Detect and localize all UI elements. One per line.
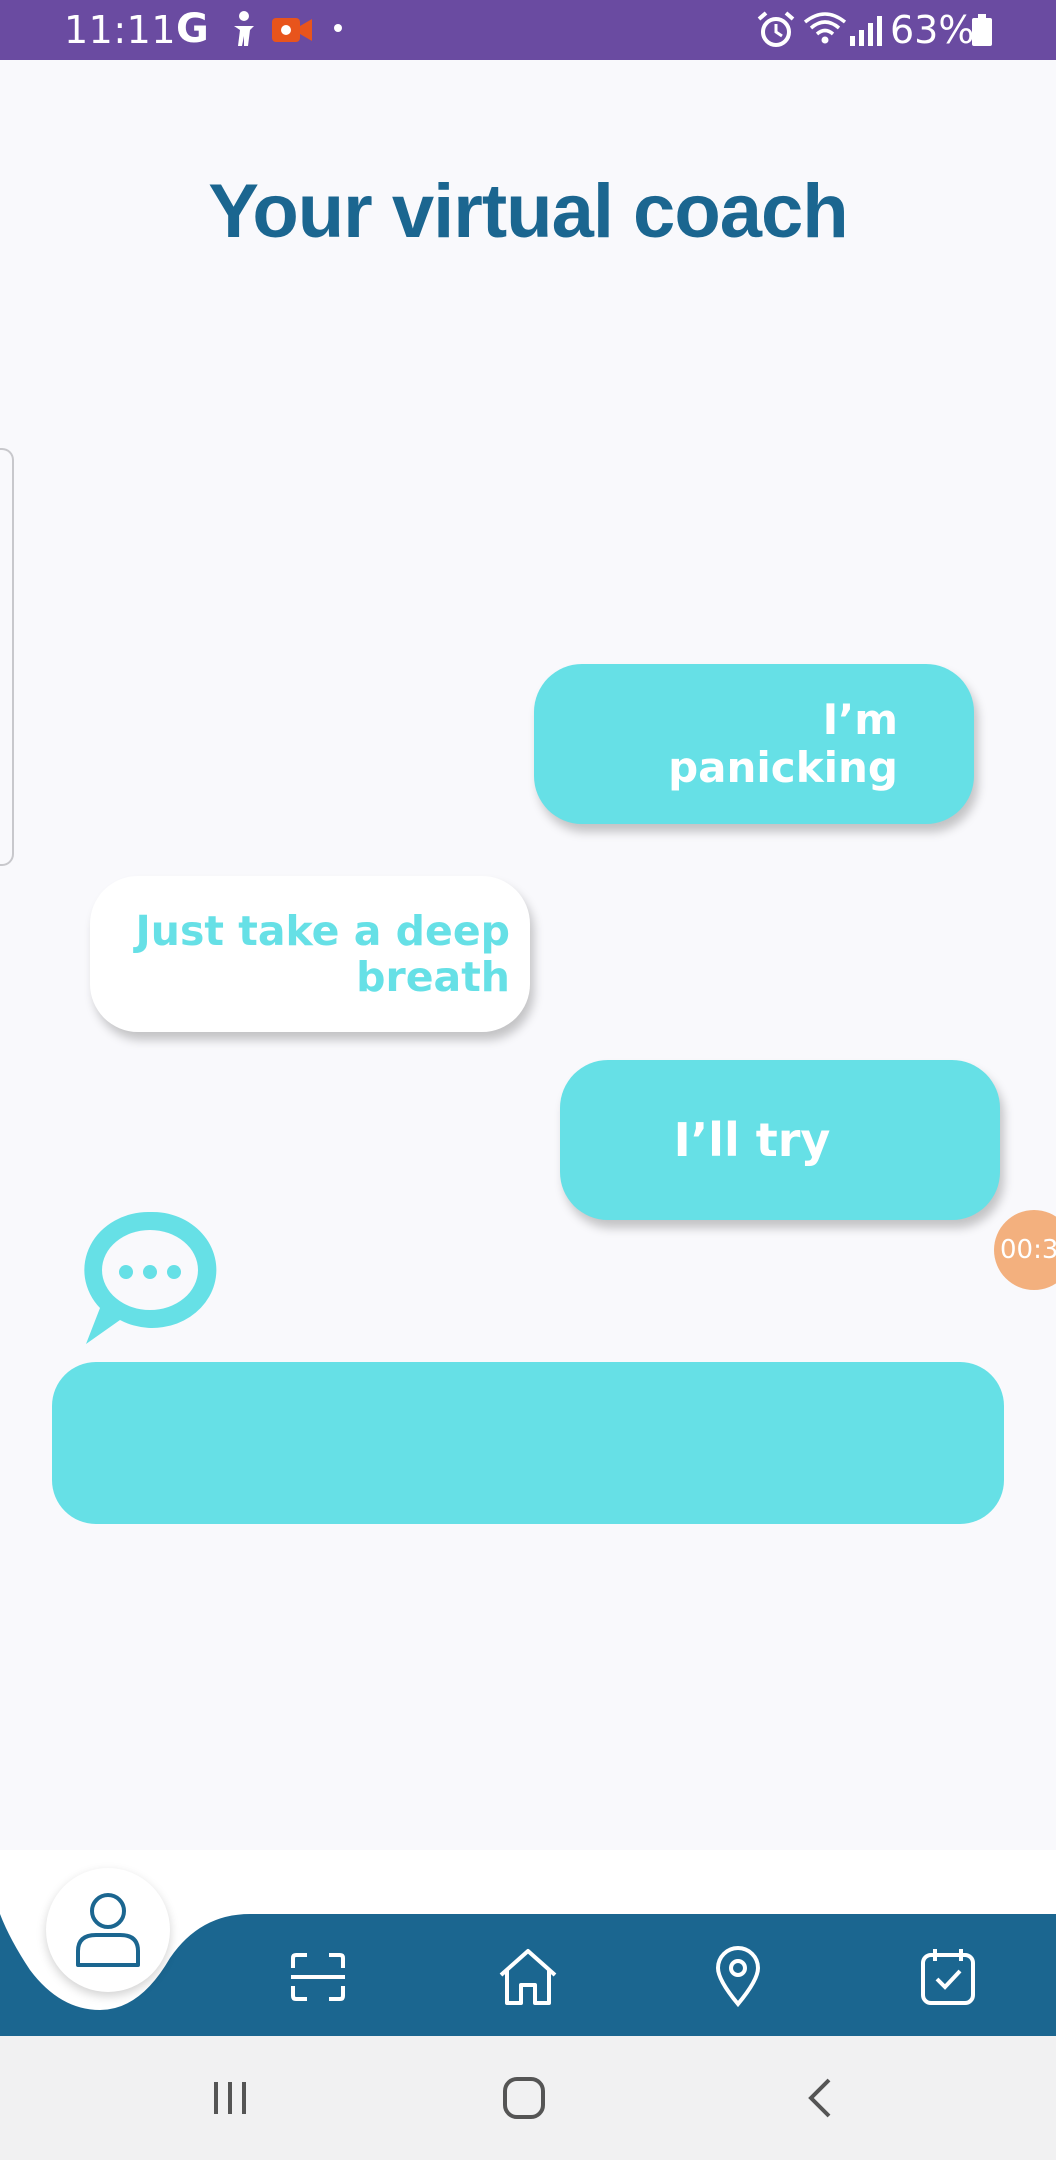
status-bar: 11:11 G 63%: [0, 0, 1056, 60]
chat-typing-icon: [84, 1211, 217, 1344]
back-button[interactable]: [790, 2070, 850, 2126]
chat-message-text: I’m panicking: [668, 695, 898, 792]
chat-message-text: Just take a deep breath: [135, 907, 511, 1001]
page-title: Your virtual coach: [208, 169, 848, 254]
recording-timer-badge[interactable]: 00:3: [994, 1210, 1056, 1290]
recent-apps-button[interactable]: [200, 2070, 260, 2126]
wifi-icon: [803, 12, 847, 44]
system-home-button[interactable]: [494, 2070, 554, 2126]
accessibility-icon: [234, 11, 254, 46]
nav-calendar-button[interactable]: [913, 1942, 983, 2012]
battery-icon: [972, 14, 992, 46]
scan-icon: [291, 1953, 345, 2001]
location-pin-icon: [715, 1946, 761, 2008]
nav-scan-button[interactable]: [283, 1942, 353, 2012]
home-button-icon: [503, 2077, 545, 2119]
signal-icon: [850, 16, 882, 46]
nav-location-button[interactable]: [703, 1942, 773, 2012]
message-input[interactable]: [52, 1362, 1004, 1524]
profile-icon: [76, 1893, 140, 1967]
edge-panel-handle[interactable]: [0, 448, 14, 866]
battery-percent: 63%: [890, 8, 975, 52]
nav-home-button[interactable]: [493, 1942, 563, 2012]
back-icon: [808, 2078, 831, 2118]
home-icon: [499, 1949, 557, 2005]
status-time: 11:11: [64, 8, 177, 52]
chat-bubble-user[interactable]: I’ll try: [560, 1060, 1000, 1220]
google-icon: G: [176, 6, 209, 52]
chat-message-text: I’ll try: [673, 1113, 831, 1167]
notification-dot: [334, 24, 342, 32]
recent-apps-icon: [214, 2082, 246, 2114]
alarm-icon: [757, 11, 795, 47]
nav-profile-button[interactable]: [46, 1868, 170, 1992]
screen-record-icon: [272, 18, 312, 42]
chat-bubble-user[interactable]: I’m panicking: [534, 664, 974, 824]
chat-bubble-coach[interactable]: Just take a deep breath: [90, 876, 530, 1032]
calendar-check-icon: [921, 1949, 975, 2005]
